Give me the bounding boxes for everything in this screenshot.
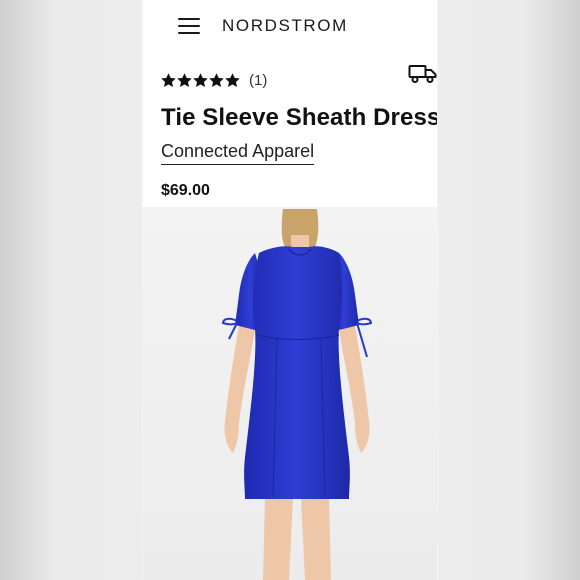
star-icon <box>177 72 192 87</box>
brand-link[interactable]: Connected Apparel <box>161 141 315 165</box>
product-title: Tie Sleeve Sheath Dress <box>161 104 437 131</box>
star-icon <box>209 72 224 87</box>
store-logo[interactable]: NORDSTROM <box>222 16 348 36</box>
star-icon <box>161 72 176 87</box>
dress-photo <box>143 207 437 580</box>
product-page: NORDSTROM (1) Tie Sleeve Sheath Dress Co… <box>143 0 437 580</box>
delivery-truck-icon[interactable] <box>408 64 437 84</box>
product-image[interactable] <box>143 207 437 580</box>
star-icon <box>225 72 240 87</box>
product-price: $69.00 <box>161 182 210 199</box>
product-rating[interactable]: (1) <box>161 70 267 90</box>
rating-stars <box>161 72 240 88</box>
hamburger-menu-icon[interactable] <box>178 17 200 35</box>
star-icon <box>193 72 208 87</box>
review-count[interactable]: (1) <box>249 72 267 89</box>
top-nav-bar: NORDSTROM <box>143 0 437 52</box>
